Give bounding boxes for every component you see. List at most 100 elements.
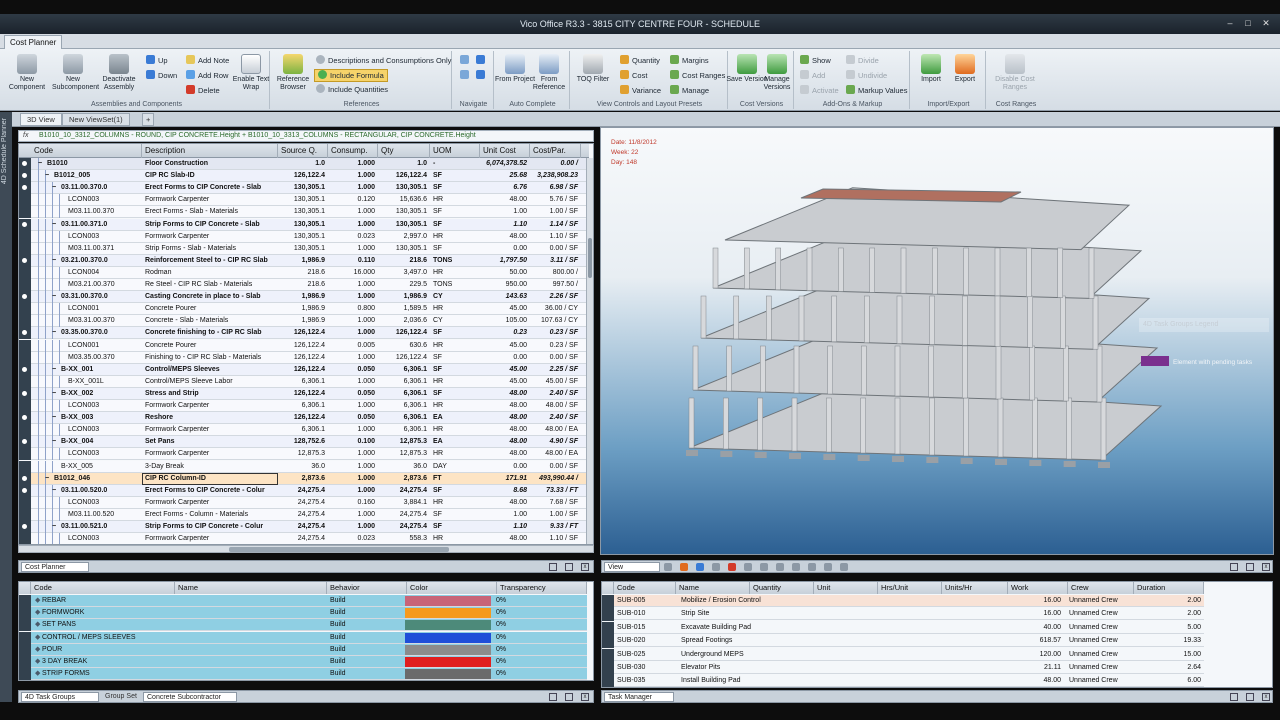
pin-icon[interactable] — [1246, 693, 1254, 701]
cell-src[interactable]: 6,306.1 — [278, 400, 328, 412]
cell-cost[interactable]: 0.00 / SF — [530, 243, 581, 255]
cell-name[interactable]: Strip Site — [678, 608, 818, 620]
table-row[interactable]: 03.11.00.371.0 Strip Forms to CIP Concret… — [19, 218, 587, 231]
viewport-tool-icon[interactable] — [712, 563, 720, 571]
cell-code[interactable]: B-XX_004 — [58, 436, 142, 448]
cell-qty[interactable]: 126,122.4 — [378, 170, 430, 182]
cell-behavior[interactable]: Build — [327, 619, 405, 631]
maximize-icon[interactable]: □ — [1242, 17, 1254, 29]
cell-src[interactable]: 24,275.4 — [278, 497, 328, 509]
row-selector[interactable] — [19, 182, 31, 195]
task-manager-combo[interactable]: Task Manager — [604, 692, 674, 702]
row-selector[interactable] — [19, 619, 31, 632]
cell-qty[interactable]: 12,875.3 — [378, 448, 430, 460]
cell-duration[interactable]: 19.33 — [1136, 635, 1204, 647]
cell-transparency[interactable]: 0% — [493, 595, 573, 607]
cell-qty[interactable]: 2,036.6 — [378, 315, 430, 327]
cell-src[interactable]: 1.0 — [278, 158, 328, 170]
row-selector[interactable] — [19, 668, 31, 680]
cell-unit[interactable]: 105.00 — [480, 315, 530, 327]
cell-code[interactable]: SUB-025 — [614, 649, 676, 661]
row-selector[interactable] — [19, 242, 31, 255]
cell-uom[interactable]: SF — [430, 388, 480, 400]
table-row[interactable]: B-XX_005 3-Day Break 36.0 1.000 36.0 DAY 0.00 0… — [19, 460, 587, 473]
cell-desc[interactable]: Re Steel - CIP RC Slab - Materials — [142, 279, 278, 291]
cell-src[interactable]: 126,122.4 — [278, 340, 328, 352]
tab-cost-planner[interactable]: Cost Planner — [4, 35, 63, 49]
cell-cost[interactable]: 997.50 / — [530, 279, 581, 291]
row-selector[interactable] — [19, 460, 31, 473]
cell-src[interactable]: 6,306.1 — [278, 376, 328, 388]
cell-cost[interactable]: 6.98 / SF — [530, 182, 581, 194]
cell-src[interactable]: 12,875.3 — [278, 448, 328, 460]
row-selector[interactable] — [19, 279, 31, 291]
table-row[interactable]: B-XX_004 Set Pans 128,752.6 0.100 12,875.3 EA… — [19, 436, 587, 449]
cell-src[interactable]: 218.6 — [278, 267, 328, 279]
cell-cost[interactable]: 1.14 / SF — [530, 219, 581, 231]
cell-work[interactable]: 21.11 — [932, 662, 1064, 674]
cell-cons[interactable]: 0.120 — [328, 194, 378, 206]
cell-uom[interactable]: SF — [430, 352, 480, 364]
cell-uom[interactable]: HR — [430, 340, 480, 352]
cell-crew[interactable]: Unnamed Crew — [1066, 649, 1136, 661]
row-selector[interactable] — [19, 230, 31, 243]
cell-cost[interactable]: 0.23 / SF — [530, 327, 581, 339]
cell-desc[interactable]: 3-Day Break — [142, 461, 278, 473]
list-item[interactable]: ◆ 3 DAY BREAK Build 0% — [19, 656, 587, 668]
quantity-button[interactable]: Quantity — [620, 55, 660, 66]
pin-icon[interactable] — [565, 693, 573, 701]
cell-cost[interactable]: 9.33 / FT — [530, 521, 581, 533]
cell-unit[interactable]: 8.68 — [480, 485, 530, 497]
column-header[interactable]: Description — [142, 144, 278, 158]
cell-uom[interactable]: SF — [430, 364, 480, 376]
cell-qty[interactable]: 36.0 — [378, 461, 430, 473]
cell-qty[interactable]: 558.3 — [378, 533, 430, 544]
add-row-button[interactable]: Add Row — [186, 70, 228, 81]
cell-code[interactable]: LCON003 — [65, 194, 142, 206]
cell-src[interactable]: 36.0 — [278, 461, 328, 473]
cell-desc[interactable]: Concrete - Slab - Materials — [142, 315, 278, 327]
collapse-icon[interactable]: − — [38, 158, 42, 170]
cell-desc[interactable]: Control/MEPS Sleeve Labor — [142, 376, 278, 388]
cell-code[interactable]: B-XX_002 — [58, 388, 142, 400]
row-selector[interactable] — [19, 375, 31, 388]
restore-icon[interactable] — [1230, 693, 1238, 701]
tab-new-viewset[interactable]: New ViewSet(1) — [62, 113, 130, 126]
navigate-up-icon[interactable] — [476, 55, 488, 66]
column-header[interactable] — [602, 582, 614, 594]
cell-qty[interactable]: 3,884.1 — [378, 497, 430, 509]
cell-cost[interactable]: 1.00 / SF — [530, 509, 581, 521]
cell-cons[interactable]: 0.800 — [328, 303, 378, 315]
cell-desc[interactable]: Stress and Strip — [142, 388, 278, 400]
cell-cons[interactable]: 1.000 — [328, 400, 378, 412]
cell-desc[interactable]: Erect Forms - Slab - Materials — [142, 206, 278, 218]
cell-cons[interactable]: 0.110 — [328, 255, 378, 267]
group-set-combo[interactable]: Concrete Subcontractor — [143, 692, 237, 702]
cell-src[interactable]: 126,122.4 — [278, 327, 328, 339]
color-swatch[interactable] — [405, 620, 491, 631]
row-selector[interactable] — [19, 363, 31, 376]
cell-src[interactable]: 128,752.6 — [278, 436, 328, 448]
up-button[interactable]: Up — [146, 55, 168, 66]
cell-code[interactable]: M03.11.00.371 — [65, 243, 142, 255]
cell-cost[interactable]: 45.00 / SF — [530, 376, 581, 388]
activate-button[interactable]: Activate — [800, 85, 839, 96]
cell-cons[interactable]: 1.000 — [328, 473, 378, 485]
cell-behavior[interactable]: Build — [327, 668, 405, 680]
viewport-tool-icon[interactable] — [808, 563, 816, 571]
row-selector[interactable] — [602, 621, 614, 635]
cell-crew[interactable]: Unnamed Crew — [1066, 622, 1136, 634]
table-row[interactable]: M03.31.00.370 Concrete - Slab - Materials… — [19, 315, 587, 328]
cell-uom[interactable]: SF — [430, 206, 480, 218]
table-row[interactable]: SUB-025 Underground MEPS 120.00 Unnamed Cre… — [602, 648, 1204, 662]
table-row[interactable]: 03.31.00.370.0 Casting Concrete in place … — [19, 291, 587, 304]
cell-cost[interactable]: 107.63 / CY — [530, 315, 581, 327]
collapse-icon[interactable]: − — [52, 219, 56, 231]
table-row[interactable]: SUB-015 Excavate Building Pad 40.00 Unnamed… — [602, 621, 1204, 635]
viewport-tool-icon[interactable] — [696, 563, 704, 571]
cell-src[interactable]: 218.6 — [278, 279, 328, 291]
cell-cons[interactable]: 1.000 — [328, 521, 378, 533]
scroll-thumb[interactable] — [229, 547, 449, 552]
cell-src[interactable]: 130,305.1 — [278, 182, 328, 194]
table-row[interactable]: M03.21.00.370 Re Steel - CIP RC Slab - Ma… — [19, 279, 587, 291]
